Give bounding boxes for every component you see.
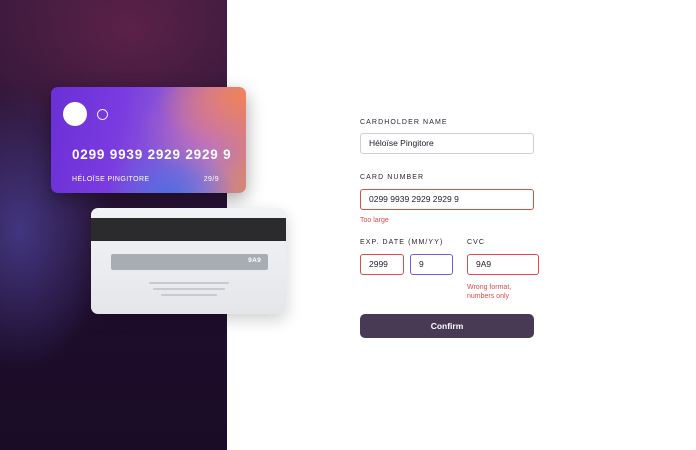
cvc-input[interactable]: 9A9 <box>467 254 539 275</box>
exp-month-input[interactable]: 2999 <box>360 254 404 275</box>
fine-print-line <box>152 288 225 290</box>
cvc-label: CVC <box>467 239 486 246</box>
card-number-error: Too large <box>360 217 389 224</box>
card-front-number: 0299 9939 2929 2929 9 <box>72 147 232 162</box>
cvc-error-line-1: Wrong format, <box>467 284 512 291</box>
card-number-label: CARD NUMBER <box>360 174 425 181</box>
card-logo-circle-small <box>97 109 108 120</box>
cardholder-label: CARDHOLDER NAME <box>360 119 448 126</box>
signature-strip: 9A9 <box>111 254 268 270</box>
magnetic-stripe <box>91 218 286 241</box>
card-back: 9A9 <box>91 208 286 314</box>
fine-print-line <box>148 282 229 284</box>
card-back-cvc: 9A9 <box>248 257 261 264</box>
confirm-button[interactable]: Confirm <box>360 314 534 338</box>
card-front: 0299 9939 2929 2929 9 HÉLOÏSE PINGITORE … <box>51 87 246 193</box>
card-back-fine-print <box>91 282 286 300</box>
exp-year-input[interactable]: 9 <box>410 254 453 275</box>
card-front-name: HÉLOÏSE PINGITORE <box>72 176 150 183</box>
cardholder-name-input[interactable]: Héloïse Pingitore <box>360 133 534 154</box>
card-number-input[interactable]: 0299 9939 2929 2929 9 <box>360 189 534 210</box>
card-logo-circle-large <box>63 102 87 126</box>
cvc-error-line-2: numbers only <box>467 293 510 300</box>
fine-print-line <box>160 294 217 296</box>
exp-date-label: EXP. DATE (MM/YY) <box>360 239 444 246</box>
card-front-expiry: 29/9 <box>203 176 219 183</box>
